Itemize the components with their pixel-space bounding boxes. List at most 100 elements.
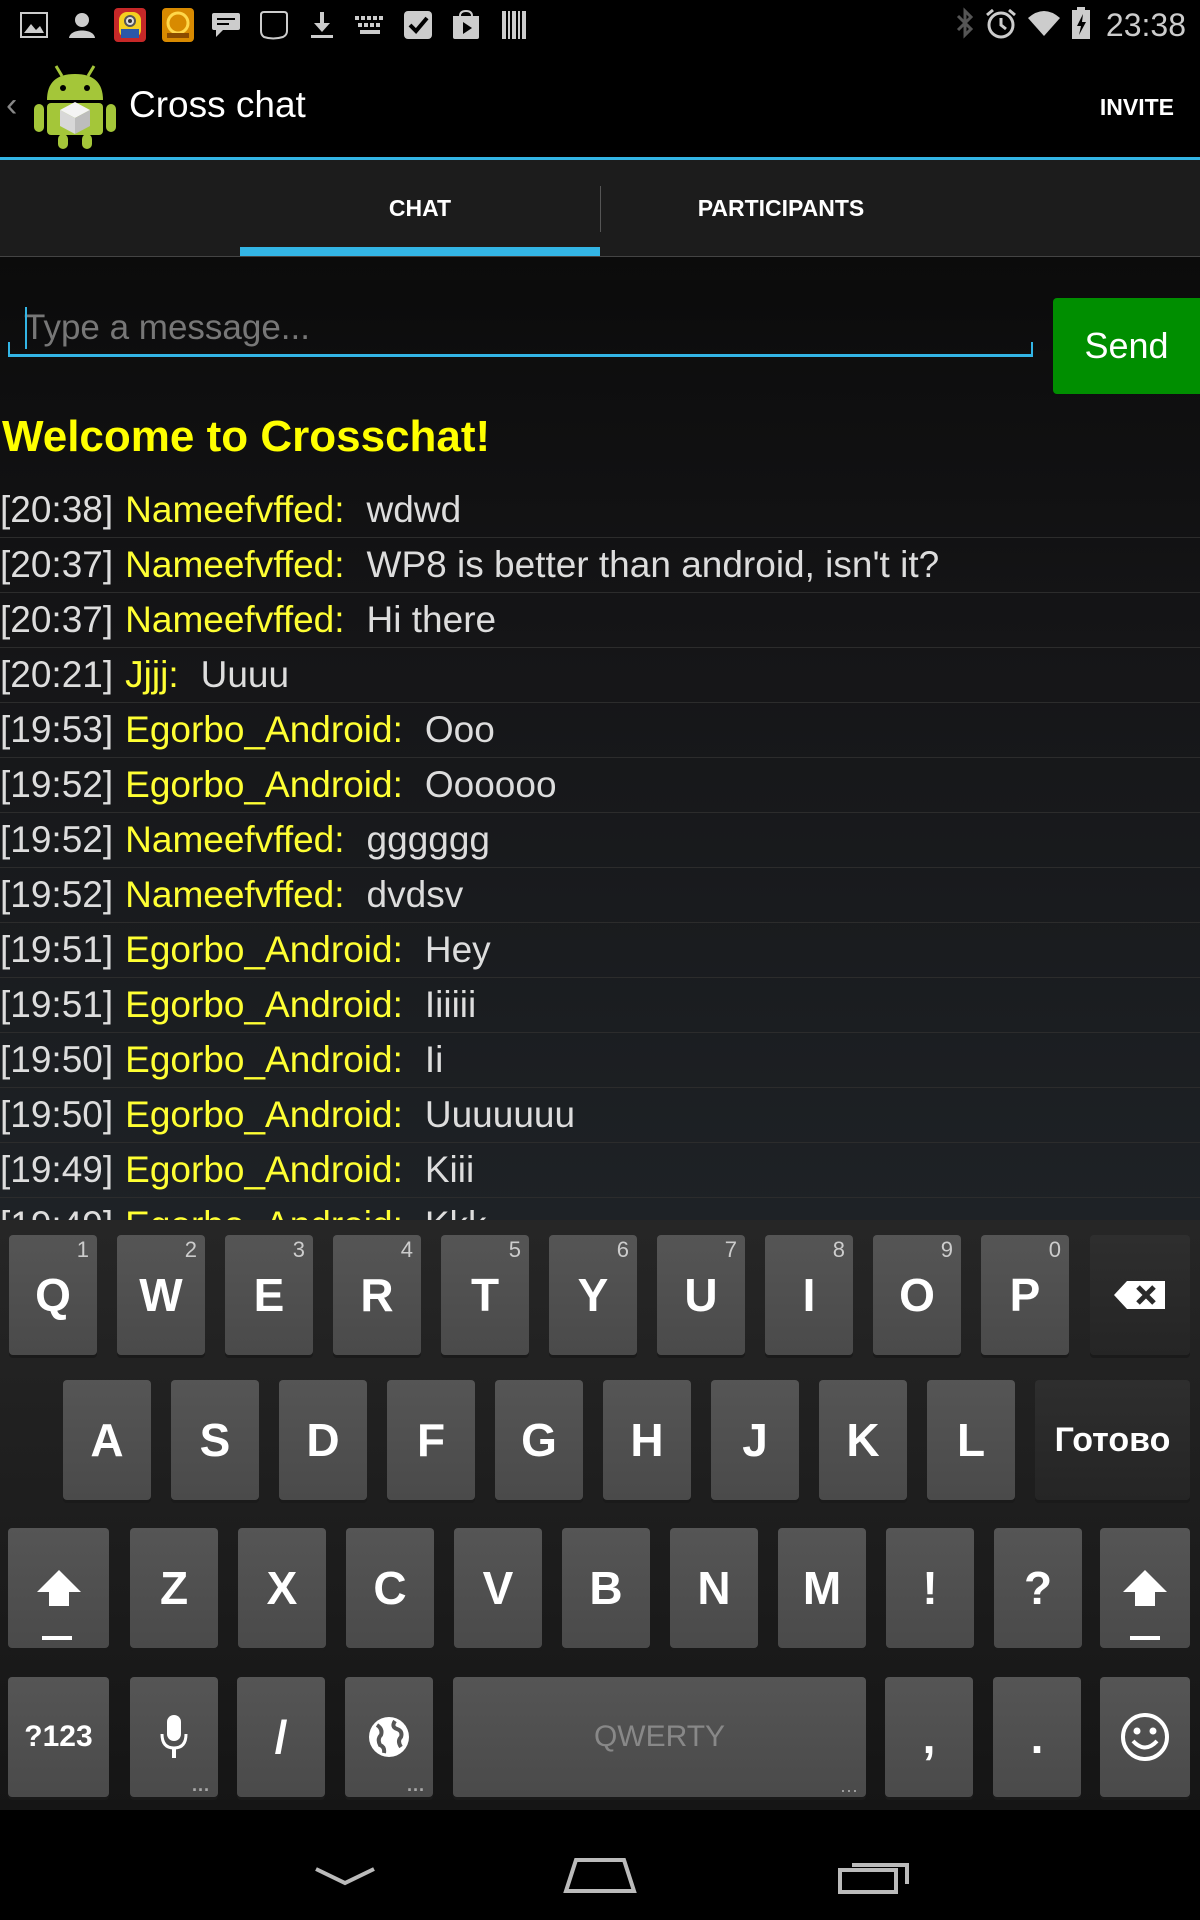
more-options-dots: ···	[192, 1780, 210, 1800]
message-text: Uuuu	[200, 654, 290, 695]
message-text: gggggg	[366, 819, 491, 860]
message-row: [19:52] Nameefvffed: dvdsv	[0, 868, 1200, 923]
key-t[interactable]: T5	[441, 1235, 529, 1355]
play-store-icon	[442, 6, 490, 44]
globe-icon	[369, 1717, 409, 1757]
key-o[interactable]: O9	[873, 1235, 961, 1355]
message-time: [19:52]	[0, 819, 114, 860]
message-row: [19:53] Egorbo_Android: Ooo	[0, 703, 1200, 758]
invite-button[interactable]: INVITE	[1100, 94, 1174, 121]
key-u[interactable]: U7	[657, 1235, 745, 1355]
message-sender: Jjjj:	[125, 654, 179, 695]
up-caret-icon[interactable]: ‹	[6, 86, 17, 125]
message-time: [19:49]	[0, 1149, 114, 1190]
send-button[interactable]: Send	[1053, 298, 1200, 394]
tab-participants[interactable]: PARTICIPANTS	[600, 160, 962, 257]
key-p[interactable]: P0	[981, 1235, 1069, 1355]
key-h[interactable]: H	[603, 1380, 691, 1500]
recents-button[interactable]	[815, 1845, 935, 1905]
key-g[interactable]: G	[495, 1380, 583, 1500]
notification-icons	[10, 6, 538, 44]
key-label: W	[139, 1269, 183, 1321]
message-sender: Egorbo_Android:	[125, 1149, 403, 1190]
navigation-bar	[0, 1810, 1200, 1920]
key-a[interactable]: A	[63, 1380, 151, 1500]
shift-key-left[interactable]	[8, 1528, 109, 1648]
message-time: [19:49]	[0, 1204, 113, 1220]
key-v[interactable]: V	[454, 1528, 542, 1648]
shift-key-right[interactable]	[1100, 1528, 1190, 1648]
minion-app-icon	[106, 6, 154, 44]
message-field[interactable]	[8, 297, 1033, 357]
key-e[interactable]: E3	[225, 1235, 313, 1355]
key-r[interactable]: R4	[333, 1235, 421, 1355]
clock: 23:38	[1105, 6, 1186, 43]
symbols-key[interactable]: ?123	[8, 1677, 109, 1797]
key-label: D	[306, 1414, 340, 1466]
key-label: ?	[1023, 1562, 1053, 1614]
tab-bar: CHAT PARTICIPANTS	[0, 160, 1200, 257]
key-y[interactable]: Y6	[549, 1235, 637, 1355]
message-time: [19:51]	[0, 929, 114, 970]
status-bar: 23:38	[0, 0, 1200, 50]
key-label: !	[922, 1562, 938, 1614]
message-sender: Egorbo_Android:	[125, 984, 403, 1025]
key-exclamation[interactable]: !	[886, 1528, 974, 1648]
key-s[interactable]: S	[171, 1380, 259, 1500]
space-key[interactable]: QWERTY ···	[453, 1677, 866, 1800]
download-icon	[298, 6, 346, 44]
key-b[interactable]: B	[562, 1528, 650, 1648]
home-button[interactable]	[540, 1845, 660, 1905]
key-question[interactable]: ?	[994, 1528, 1082, 1648]
message-row: [19:52] Nameefvffed: gggggg	[0, 813, 1200, 868]
done-key[interactable]: Готово	[1035, 1380, 1190, 1500]
key-k[interactable]: K	[819, 1380, 907, 1500]
key-label: T	[470, 1269, 500, 1321]
recents-icon	[838, 1863, 909, 1894]
key-w[interactable]: W2	[117, 1235, 205, 1355]
message-time: [20:37]	[0, 599, 114, 640]
key-label: J	[742, 1414, 768, 1466]
key-d[interactable]: D	[279, 1380, 367, 1500]
message-time: [20:37]	[0, 544, 114, 585]
message-time: [20:21]	[0, 654, 114, 695]
key-number-hint: 0	[1048, 1237, 1061, 1262]
key-label: K	[846, 1414, 880, 1466]
period-key[interactable]: .	[993, 1677, 1081, 1797]
key-c[interactable]: C	[346, 1528, 434, 1648]
key-l[interactable]: L	[927, 1380, 1015, 1500]
key-f[interactable]: F	[387, 1380, 475, 1500]
message-row: [19:51] Egorbo_Android: Iiiiii	[0, 978, 1200, 1033]
more-options-dots: ···	[840, 1780, 858, 1800]
emoji-key[interactable]	[1100, 1677, 1190, 1797]
message-time: [19:51]	[0, 984, 114, 1025]
key-x[interactable]: X	[238, 1528, 326, 1648]
message-text: Uuuuuuu	[424, 1094, 576, 1135]
key-number-hint: 3	[292, 1237, 305, 1262]
backspace-key[interactable]	[1090, 1235, 1190, 1355]
key-m[interactable]: M	[778, 1528, 866, 1648]
app-logo[interactable]	[30, 58, 120, 150]
message-row: [20:37] Nameefvffed: WP8 is better than an…	[0, 538, 1200, 593]
key-j[interactable]: J	[711, 1380, 799, 1500]
comma-key[interactable]: ,	[885, 1677, 973, 1797]
tab-chat[interactable]: CHAT	[240, 160, 600, 257]
message-row: [20:37] Nameefvffed: Hi there	[0, 593, 1200, 648]
slash-key[interactable]: /	[237, 1677, 325, 1797]
key-z[interactable]: Z	[130, 1528, 218, 1648]
key-i[interactable]: I8	[765, 1235, 853, 1355]
message-input[interactable]	[24, 303, 1014, 353]
message-list[interactable]: [20:38] Nameefvffed: wdwd [20:37] Nameefvffe…	[0, 483, 1200, 1220]
key-n[interactable]: N	[670, 1528, 758, 1648]
language-key[interactable]: ···	[345, 1677, 433, 1799]
key-label: A	[90, 1414, 124, 1466]
key-q[interactable]: Q1	[9, 1235, 97, 1355]
key-label: I	[802, 1269, 816, 1321]
screen: { "status_bar": { "time": "23:38", "left…	[0, 0, 1200, 1920]
back-button[interactable]	[285, 1845, 405, 1905]
voice-input-key[interactable]: ···	[130, 1677, 218, 1800]
shift-indicator	[42, 1636, 72, 1640]
message-text: Iiiiii	[424, 984, 477, 1025]
message-sender: Egorbo_Android:	[125, 1094, 403, 1135]
welcome-message: Welcome to Crosschat!	[2, 412, 491, 461]
